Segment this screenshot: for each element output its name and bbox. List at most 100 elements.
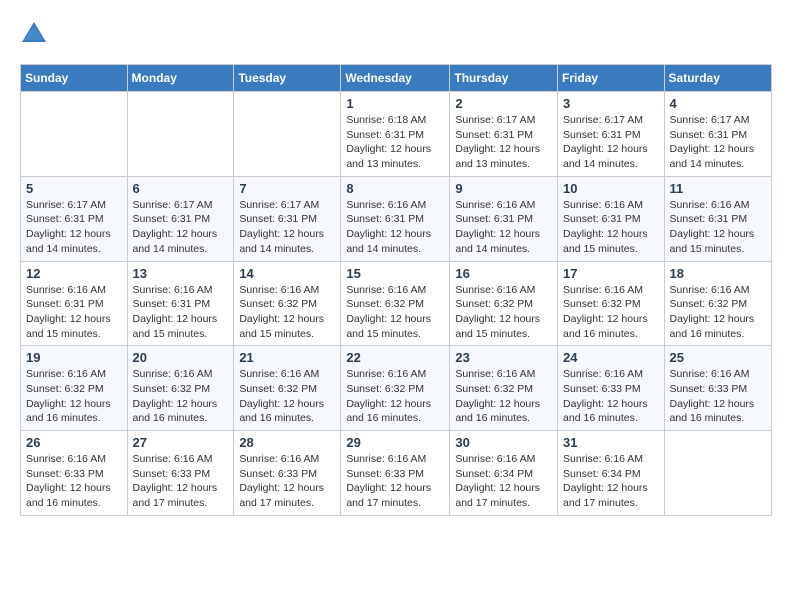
logo-icon — [20, 20, 48, 48]
day-info: Sunrise: 6:16 AMSunset: 6:32 PMDaylight:… — [346, 367, 444, 426]
day-info: Sunrise: 6:17 AMSunset: 6:31 PMDaylight:… — [670, 113, 766, 172]
calendar-cell: 13 Sunrise: 6:16 AMSunset: 6:31 PMDayligh… — [127, 261, 234, 346]
day-info: Sunrise: 6:16 AMSunset: 6:32 PMDaylight:… — [133, 367, 229, 426]
calendar-cell: 2Sunrise: 6:17 AMSunset: 6:31 PMDaylight… — [450, 92, 558, 177]
day-info: Sunrise: 6:18 AMSunset: 6:31 PMDaylight:… — [346, 113, 444, 172]
day-info: Sunrise: 6:16 AMSunset: 6:34 PMDaylight:… — [455, 452, 552, 511]
day-number: 5 — [26, 181, 122, 196]
day-number: 18 — [670, 266, 766, 281]
day-number: 20 — [133, 350, 229, 365]
day-info: Sunrise: 6:16 AMSunset: 6:33 PMDaylight:… — [563, 367, 659, 426]
day-info: Sunrise: 6:16 AMSunset: 6:31 PMDaylight:… — [455, 198, 552, 257]
calendar-cell: 23 Sunrise: 6:16 AMSunset: 6:32 PMDayligh… — [450, 346, 558, 431]
day-info: Sunrise: 6:16 AMSunset: 6:32 PMDaylight:… — [346, 283, 444, 342]
calendar-cell: 19Sunrise: 6:16 AMSunset: 6:32 PMDayligh… — [21, 346, 128, 431]
day-number: 22 — [346, 350, 444, 365]
day-info: Sunrise: 6:16 AMSunset: 6:32 PMDaylight:… — [455, 367, 552, 426]
day-info: Sunrise: 6:16 AMSunset: 6:33 PMDaylight:… — [26, 452, 122, 511]
day-number: 11 — [670, 181, 766, 196]
day-info: Sunrise: 6:16 AMSunset: 6:32 PMDaylight:… — [239, 367, 335, 426]
day-number: 28 — [239, 435, 335, 450]
day-number: 25 — [670, 350, 766, 365]
calendar-cell: 9 Sunrise: 6:16 AMSunset: 6:31 PMDaylight… — [450, 176, 558, 261]
calendar-cell: 21 Sunrise: 6:16 AMSunset: 6:32 PMDayligh… — [234, 346, 341, 431]
calendar-week-row: 1 Sunrise: 6:18 AMSunset: 6:31 PMDaylight… — [21, 92, 772, 177]
day-info: Sunrise: 6:17 AMSunset: 6:31 PMDaylight:… — [133, 198, 229, 257]
calendar-cell: 30 Sunrise: 6:16 AMSunset: 6:34 PMDayligh… — [450, 431, 558, 516]
calendar-cell: 27Sunrise: 6:16 AMSunset: 6:33 PMDayligh… — [127, 431, 234, 516]
day-info: Sunrise: 6:16 AMSunset: 6:31 PMDaylight:… — [133, 283, 229, 342]
day-number: 24 — [563, 350, 659, 365]
day-info: Sunrise: 6:16 AMSunset: 6:31 PMDaylight:… — [26, 283, 122, 342]
day-info: Sunrise: 6:17 AMSunset: 6:31 PMDaylight:… — [455, 113, 552, 172]
calendar-cell: 26 Sunrise: 6:16 AMSunset: 6:33 PMDayligh… — [21, 431, 128, 516]
calendar-cell: 20 Sunrise: 6:16 AMSunset: 6:32 PMDayligh… — [127, 346, 234, 431]
calendar-cell: 22 Sunrise: 6:16 AMSunset: 6:32 PMDayligh… — [341, 346, 450, 431]
calendar-cell: 10 Sunrise: 6:16 AMSunset: 6:31 PMDayligh… — [558, 176, 665, 261]
day-number: 13 — [133, 266, 229, 281]
calendar-cell: 28 Sunrise: 6:16 AMSunset: 6:33 PMDayligh… — [234, 431, 341, 516]
day-number: 26 — [26, 435, 122, 450]
calendar-cell: 31 Sunrise: 6:16 AMSunset: 6:34 PMDayligh… — [558, 431, 665, 516]
weekday-header: Thursday — [450, 65, 558, 92]
weekday-header: Tuesday — [234, 65, 341, 92]
calendar-cell: 3Sunrise: 6:17 AMSunset: 6:31 PMDaylight… — [558, 92, 665, 177]
day-info: Sunrise: 6:16 AMSunset: 6:33 PMDaylight:… — [239, 452, 335, 511]
day-number: 1 — [346, 96, 444, 111]
day-info: Sunrise: 6:16 AMSunset: 6:34 PMDaylight:… — [563, 452, 659, 511]
calendar-week-row: 5 Sunrise: 6:17 AMSunset: 6:31 PMDaylight… — [21, 176, 772, 261]
day-number: 23 — [455, 350, 552, 365]
calendar-cell — [234, 92, 341, 177]
weekday-header: Monday — [127, 65, 234, 92]
day-number: 9 — [455, 181, 552, 196]
calendar-cell: 7 Sunrise: 6:17 AMSunset: 6:31 PMDaylight… — [234, 176, 341, 261]
day-info: Sunrise: 6:17 AMSunset: 6:31 PMDaylight:… — [26, 198, 122, 257]
day-number: 7 — [239, 181, 335, 196]
day-number: 29 — [346, 435, 444, 450]
day-number: 31 — [563, 435, 659, 450]
calendar-cell: 6 Sunrise: 6:17 AMSunset: 6:31 PMDaylight… — [127, 176, 234, 261]
day-info: Sunrise: 6:16 AMSunset: 6:32 PMDaylight:… — [563, 283, 659, 342]
weekday-header: Saturday — [664, 65, 771, 92]
calendar-cell: 16 Sunrise: 6:16 AMSunset: 6:32 PMDayligh… — [450, 261, 558, 346]
calendar-cell — [127, 92, 234, 177]
day-info: Sunrise: 6:16 AMSunset: 6:33 PMDaylight:… — [346, 452, 444, 511]
calendar-cell: 24 Sunrise: 6:16 AMSunset: 6:33 PMDayligh… — [558, 346, 665, 431]
day-info: Sunrise: 6:16 AMSunset: 6:32 PMDaylight:… — [670, 283, 766, 342]
calendar-cell: 5 Sunrise: 6:17 AMSunset: 6:31 PMDaylight… — [21, 176, 128, 261]
page-header — [20, 20, 772, 48]
day-number: 8 — [346, 181, 444, 196]
day-info: Sunrise: 6:16 AMSunset: 6:33 PMDaylight:… — [670, 367, 766, 426]
calendar-cell: 4 Sunrise: 6:17 AMSunset: 6:31 PMDaylight… — [664, 92, 771, 177]
calendar-cell: 8 Sunrise: 6:16 AMSunset: 6:31 PMDaylight… — [341, 176, 450, 261]
day-info: Sunrise: 6:16 AMSunset: 6:32 PMDaylight:… — [455, 283, 552, 342]
day-info: Sunrise: 6:16 AMSunset: 6:31 PMDaylight:… — [670, 198, 766, 257]
day-number: 27 — [133, 435, 229, 450]
logo — [20, 20, 50, 48]
calendar-cell: 29 Sunrise: 6:16 AMSunset: 6:33 PMDayligh… — [341, 431, 450, 516]
calendar-cell: 11 Sunrise: 6:16 AMSunset: 6:31 PMDayligh… — [664, 176, 771, 261]
day-number: 17 — [563, 266, 659, 281]
calendar-cell — [21, 92, 128, 177]
calendar-cell — [664, 431, 771, 516]
weekday-header: Friday — [558, 65, 665, 92]
calendar-cell: 15Sunrise: 6:16 AMSunset: 6:32 PMDayligh… — [341, 261, 450, 346]
calendar-cell: 14 Sunrise: 6:16 AMSunset: 6:32 PMDayligh… — [234, 261, 341, 346]
weekday-header: Wednesday — [341, 65, 450, 92]
calendar-cell: 17 Sunrise: 6:16 AMSunset: 6:32 PMDayligh… — [558, 261, 665, 346]
day-info: Sunrise: 6:16 AMSunset: 6:32 PMDaylight:… — [239, 283, 335, 342]
day-number: 16 — [455, 266, 552, 281]
day-number: 14 — [239, 266, 335, 281]
day-number: 30 — [455, 435, 552, 450]
calendar-week-row: 19Sunrise: 6:16 AMSunset: 6:32 PMDayligh… — [21, 346, 772, 431]
day-info: Sunrise: 6:17 AMSunset: 6:31 PMDaylight:… — [239, 198, 335, 257]
day-info: Sunrise: 6:16 AMSunset: 6:32 PMDaylight:… — [26, 367, 122, 426]
day-info: Sunrise: 6:16 AMSunset: 6:31 PMDaylight:… — [346, 198, 444, 257]
calendar-cell: 25 Sunrise: 6:16 AMSunset: 6:33 PMDayligh… — [664, 346, 771, 431]
day-number: 21 — [239, 350, 335, 365]
day-number: 12 — [26, 266, 122, 281]
day-number: 6 — [133, 181, 229, 196]
day-number: 4 — [670, 96, 766, 111]
day-info: Sunrise: 6:16 AMSunset: 6:31 PMDaylight:… — [563, 198, 659, 257]
day-number: 10 — [563, 181, 659, 196]
